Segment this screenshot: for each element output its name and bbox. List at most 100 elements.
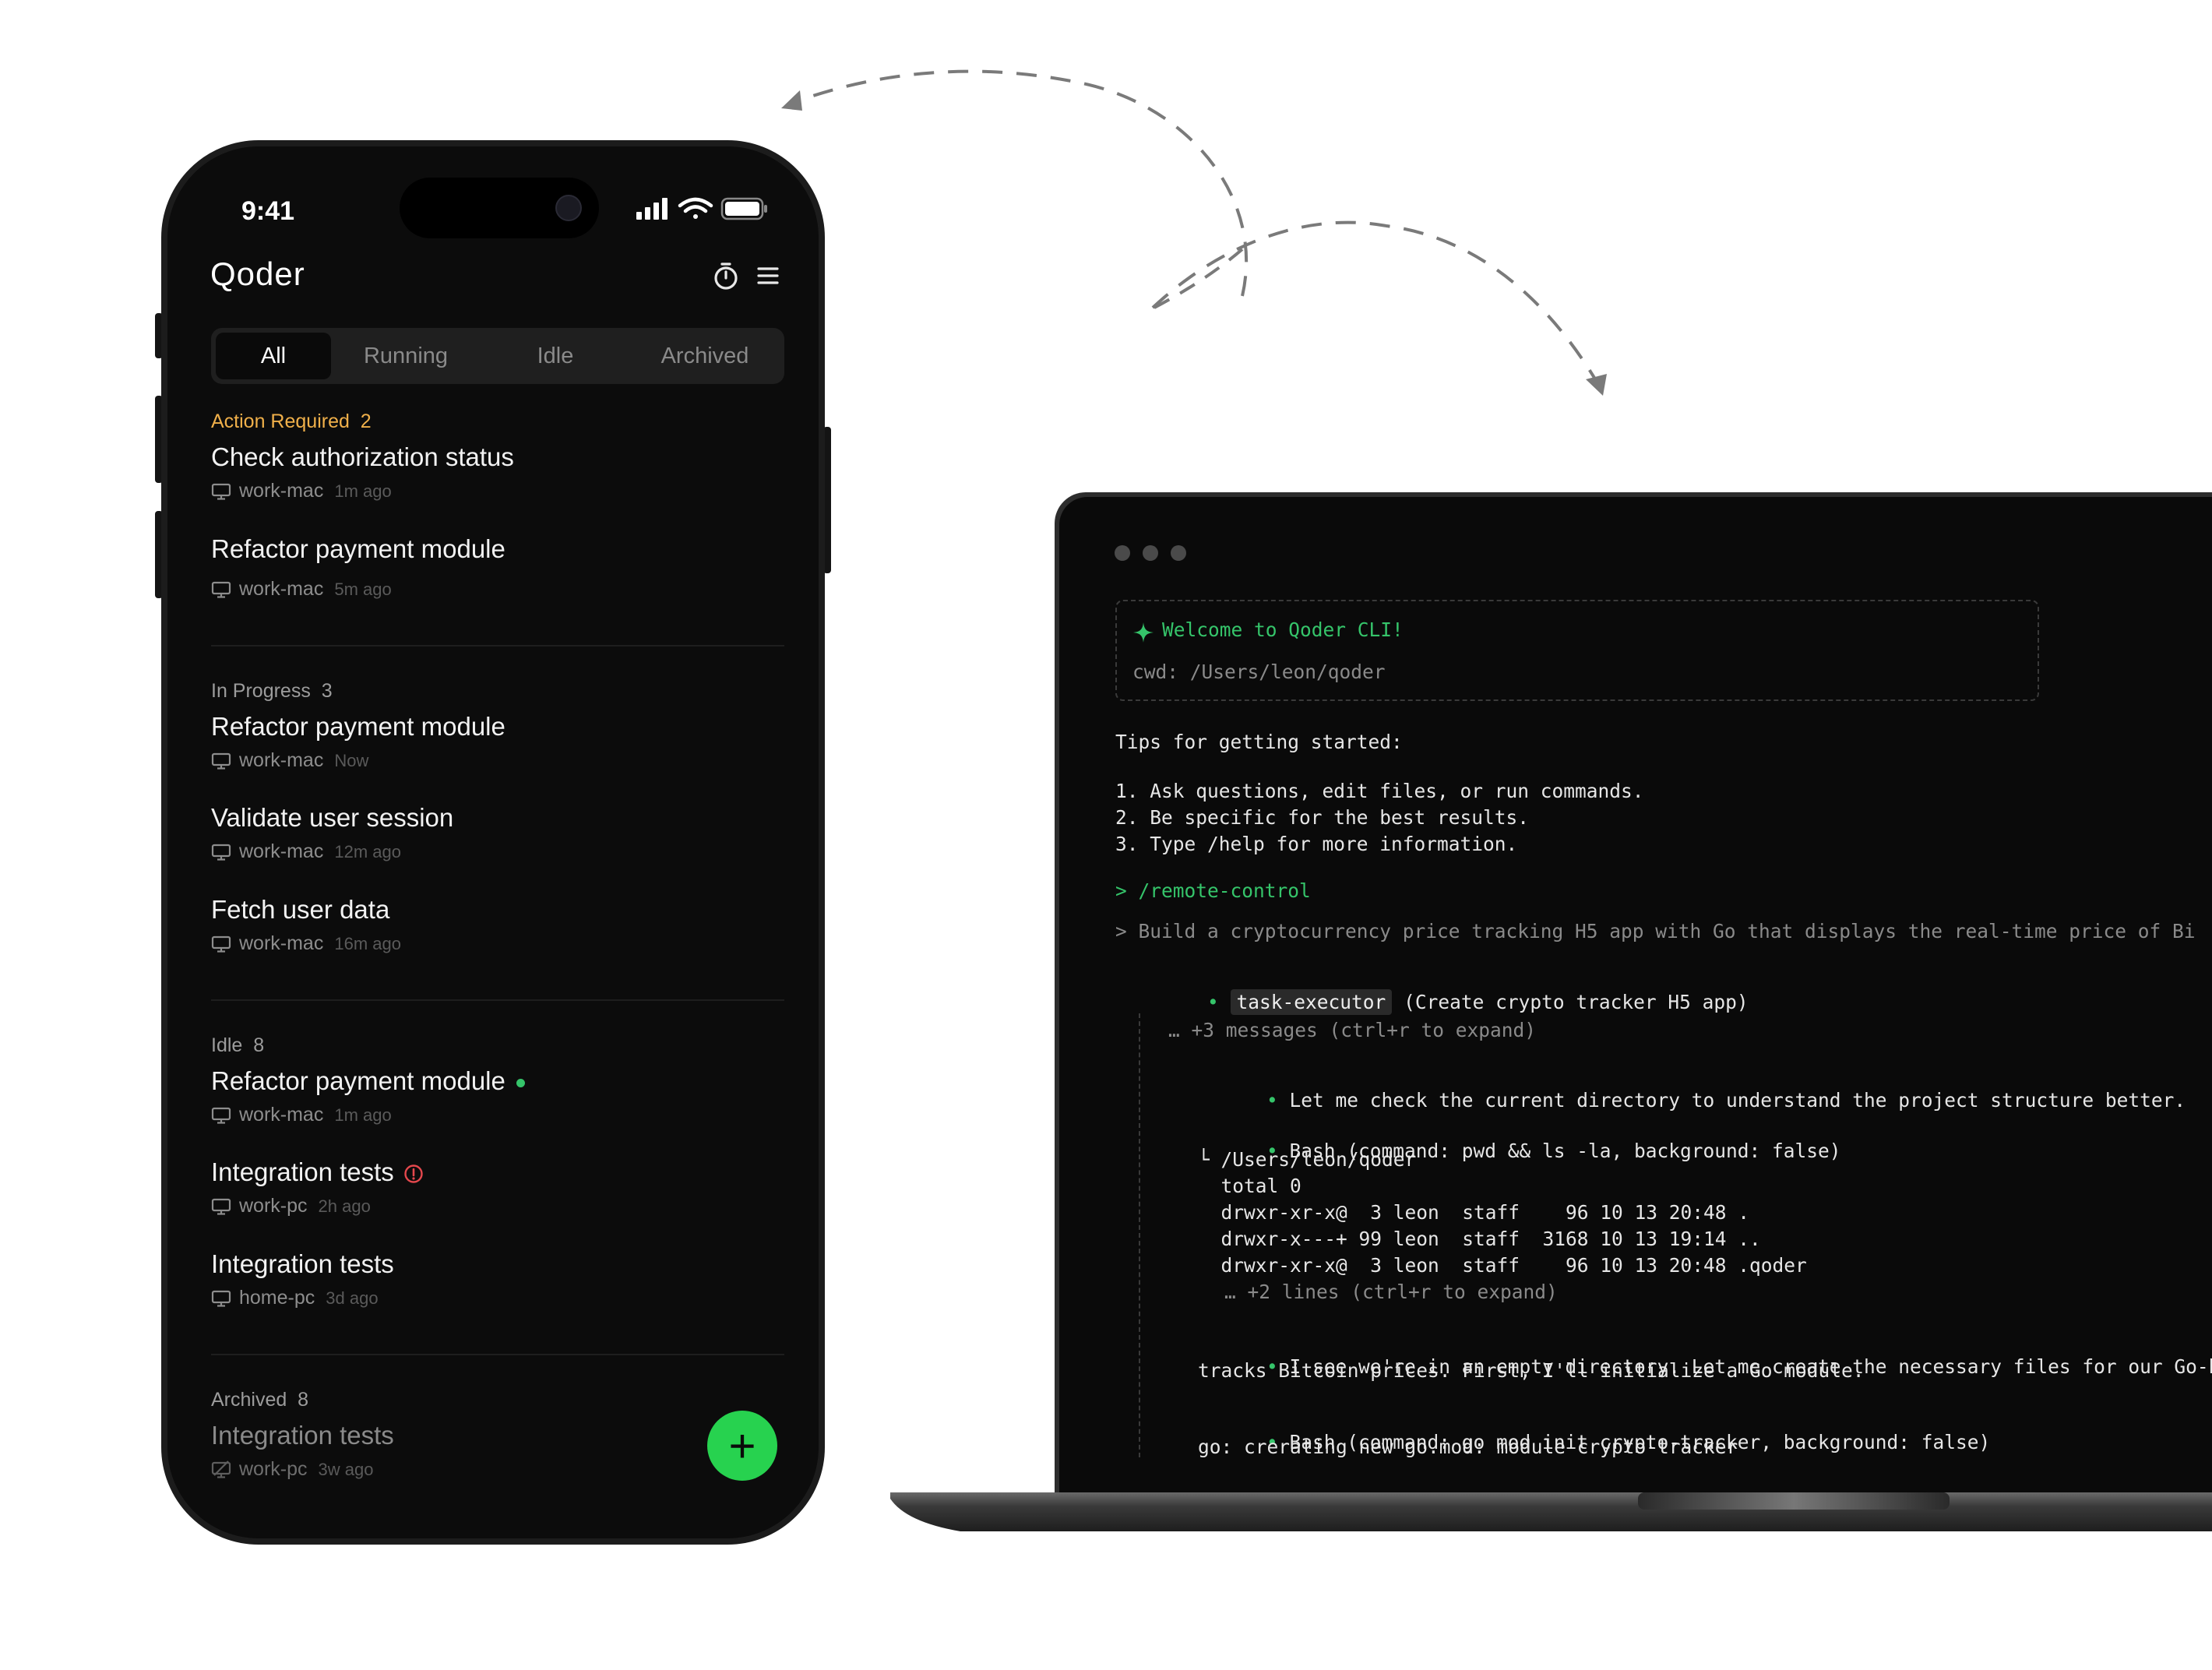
bash-output-line: drwxr-xr-x@ 3 leon staff 96 10 13 20:48 … bbox=[1198, 1254, 1807, 1277]
monitor-icon bbox=[211, 1290, 231, 1307]
tip-item: 3. Type /help for more information. bbox=[1115, 833, 1518, 855]
task-meta: work-mac 12m ago bbox=[211, 840, 401, 863]
remote-control-command: > /remote-control bbox=[1115, 879, 1311, 902]
task-title: Refactor payment module bbox=[211, 1066, 505, 1095]
dynamic-island bbox=[400, 178, 599, 238]
task-title: Fetch user data bbox=[211, 895, 390, 924]
arrow-to-phone bbox=[786, 69, 1248, 297]
bullet-icon: • bbox=[1207, 991, 1219, 1013]
bash-output-line: total 0 bbox=[1198, 1175, 1301, 1197]
section-count: 8 bbox=[298, 1389, 309, 1411]
section-divider bbox=[211, 645, 784, 647]
tree-connector bbox=[1139, 1013, 1142, 1457]
task-time-ago: 1m ago bbox=[334, 1105, 392, 1125]
agent-description: (Create crypto tracker H5 app) bbox=[1404, 991, 1749, 1013]
agent-name-badge: task-executor bbox=[1230, 989, 1393, 1015]
task-item[interactable]: Integration tests work-pc 3w ago bbox=[211, 1421, 784, 1499]
monitor-icon bbox=[211, 483, 231, 500]
section-label-text: Idle bbox=[211, 1034, 243, 1056]
task-item[interactable]: Refactor payment module work-mac Now bbox=[211, 712, 784, 790]
section-divider bbox=[211, 999, 784, 1001]
task-title: Integration tests bbox=[211, 1157, 394, 1186]
tab-idle[interactable]: Idle bbox=[481, 333, 630, 379]
task-item[interactable]: Integration tests home-pc 3d ago bbox=[211, 1249, 784, 1327]
tips-heading: Tips for getting started: bbox=[1115, 731, 1403, 753]
task-meta: work-mac 16m ago bbox=[211, 932, 401, 955]
task-item[interactable]: Integration tests work-pc 2h ago bbox=[211, 1157, 784, 1235]
task-item[interactable]: Validate user session work-mac 12m ago bbox=[211, 803, 784, 881]
bash-output-line: drwxr-x---+ 99 leon staff 3168 10 13 19:… bbox=[1198, 1228, 1761, 1250]
arrow-head-right bbox=[1586, 374, 1607, 396]
plus-icon: + bbox=[728, 1419, 756, 1472]
task-item[interactable]: Refactor payment module work-mac 5m ago bbox=[211, 534, 784, 612]
arrow-connector bbox=[1154, 248, 1244, 309]
wifi-icon bbox=[678, 197, 713, 219]
task-title: Integration tests bbox=[211, 1421, 394, 1450]
monitor-icon bbox=[211, 581, 231, 598]
task-meta: work-mac 5m ago bbox=[211, 578, 392, 601]
arrow-to-laptop bbox=[1151, 220, 1598, 383]
section-label-text: Action Required bbox=[211, 410, 350, 432]
task-device: work-mac bbox=[239, 932, 324, 954]
task-item[interactable]: Refactor payment module work-mac 1m ago bbox=[211, 1066, 784, 1144]
task-title: Check authorization status bbox=[211, 442, 514, 471]
task-meta: home-pc 3d ago bbox=[211, 1287, 379, 1309]
monitor-off-icon bbox=[211, 1460, 231, 1478]
task-device: work-mac bbox=[239, 480, 324, 502]
section-label-text: Archived bbox=[211, 1389, 287, 1411]
section-idle: Idle 8 bbox=[211, 1034, 264, 1057]
section-count: 2 bbox=[360, 410, 372, 432]
monitor-icon bbox=[211, 1107, 231, 1124]
monitor-icon bbox=[211, 1198, 231, 1215]
tab-archived[interactable]: Archived bbox=[630, 333, 780, 379]
status-icons bbox=[636, 195, 772, 223]
task-time-ago: Now bbox=[334, 750, 369, 770]
laptop-base bbox=[890, 1492, 2212, 1531]
tab-running[interactable]: Running bbox=[331, 333, 481, 379]
user-prompt: > Build a cryptocurrency price tracking … bbox=[1115, 920, 2196, 942]
step-text: Let me check the current directory to un… bbox=[1289, 1089, 2186, 1112]
terminal-output: Tips for getting started: 1. Ask questio… bbox=[1115, 497, 2212, 1458]
task-time-ago: 16m ago bbox=[334, 933, 401, 953]
signal-icon bbox=[636, 198, 667, 220]
task-meta: work-mac 1m ago bbox=[211, 1104, 392, 1126]
task-title: Validate user session bbox=[211, 803, 454, 832]
task-time-ago: 1m ago bbox=[334, 481, 392, 501]
step-text-continued: tracks Bitcoin prices. First, I'll initi… bbox=[1198, 1359, 1865, 1382]
laptop-screen: Welcome to Qoder CLI! cwd: /Users/leon/q… bbox=[1055, 492, 2212, 1497]
tip-item: 2. Be specific for the best results. bbox=[1115, 806, 1530, 829]
new-task-button[interactable]: + bbox=[707, 1411, 777, 1481]
welcome-text: Welcome to Qoder CLI! bbox=[1162, 618, 1404, 641]
task-time-ago: 3d ago bbox=[326, 1288, 379, 1308]
task-device: work-mac bbox=[239, 1104, 324, 1126]
arrow-head-left bbox=[781, 90, 802, 111]
section-label-text: In Progress bbox=[211, 680, 311, 702]
task-title: Integration tests bbox=[211, 1249, 394, 1278]
error-alert-icon bbox=[404, 1164, 423, 1183]
section-in-progress: In Progress 3 bbox=[211, 680, 333, 703]
camera-icon bbox=[555, 195, 582, 221]
monitor-icon bbox=[211, 844, 231, 861]
tab-all[interactable]: All bbox=[216, 333, 331, 379]
app-logo: Qoder bbox=[210, 255, 305, 292]
task-time-ago: 3w ago bbox=[318, 1459, 374, 1479]
task-meta: work-pc 3w ago bbox=[211, 1458, 373, 1481]
task-device: work-pc bbox=[239, 1195, 308, 1217]
task-item[interactable]: Fetch user data work-mac 16m ago bbox=[211, 895, 784, 973]
phone-device: 9:41 Qoder All Running Idle Archived Act… bbox=[161, 140, 825, 1545]
collapsed-messages[interactable]: … +3 messages (ctrl+r to expand) bbox=[1168, 1019, 1536, 1041]
timer-icon[interactable] bbox=[710, 260, 741, 291]
section-count: 3 bbox=[321, 680, 333, 702]
bash-output-more[interactable]: … +2 lines (ctrl+r to expand) bbox=[1224, 1281, 1558, 1303]
menu-icon[interactable] bbox=[752, 260, 784, 291]
section-count: 8 bbox=[253, 1034, 265, 1056]
task-title: Refactor payment module bbox=[211, 712, 505, 741]
task-device: work-mac bbox=[239, 749, 324, 771]
bash-output-line: drwxr-xr-x@ 3 leon staff 96 10 13 20:48 … bbox=[1198, 1201, 1750, 1224]
section-divider bbox=[211, 1354, 784, 1355]
task-item[interactable]: Check authorization status work-mac 1m a… bbox=[211, 442, 784, 520]
status-dot-icon bbox=[516, 1078, 525, 1087]
section-action-required: Action Required 2 bbox=[211, 410, 372, 433]
monitor-icon bbox=[211, 935, 231, 953]
filter-tabs: All Running Idle Archived bbox=[211, 328, 784, 384]
